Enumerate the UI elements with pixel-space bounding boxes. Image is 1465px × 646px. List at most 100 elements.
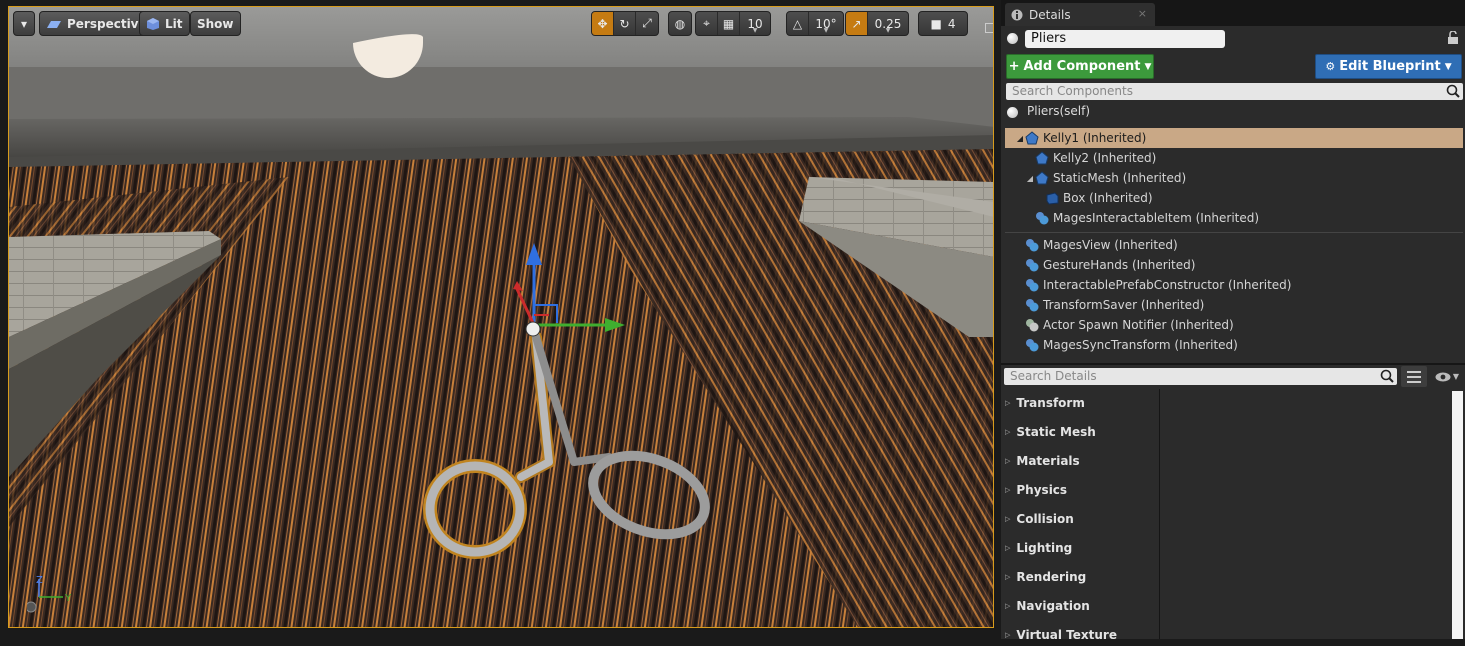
grid-snap-toggle[interactable]: ▦ bbox=[718, 12, 740, 35]
lock-icon[interactable] bbox=[1447, 31, 1459, 45]
tree-item-label: MagesSyncTransform (Inherited) bbox=[1043, 338, 1238, 352]
details-tab[interactable]: Details × bbox=[1005, 3, 1155, 26]
tree-item-label: TransformSaver (Inherited) bbox=[1043, 298, 1205, 312]
search-components-input[interactable]: Search Components bbox=[1006, 83, 1463, 100]
component-tree: ◢ Kelly1 (Inherited) Kelly2 (Inherited) … bbox=[1005, 128, 1463, 360]
collapsed-arrow-icon: ▷ bbox=[1005, 515, 1011, 523]
view-options-button[interactable]: ▼ bbox=[1431, 366, 1463, 387]
viewport-options-button[interactable]: ▾ bbox=[13, 11, 35, 36]
category-static-mesh[interactable]: ▷ Static Mesh bbox=[1005, 421, 1096, 443]
grid-snap-value[interactable]: 10 ▼ bbox=[740, 12, 770, 35]
maximize-viewport-icon[interactable] bbox=[985, 23, 993, 33]
property-matrix-button[interactable] bbox=[1401, 366, 1427, 387]
tree-item-kelly2[interactable]: Kelly2 (Inherited) bbox=[1005, 148, 1463, 168]
category-label: Lighting bbox=[1016, 541, 1073, 555]
collapsed-arrow-icon: ▷ bbox=[1005, 544, 1011, 552]
scale-snap-icon: ↗ bbox=[851, 16, 862, 31]
scale-snap-value[interactable]: 0.25 ▼ bbox=[868, 12, 908, 35]
world-space-button[interactable]: ◍ bbox=[669, 12, 691, 35]
tree-item-label: Kelly1 (Inherited) bbox=[1043, 131, 1147, 145]
actor-name-input[interactable]: Pliers bbox=[1025, 30, 1225, 48]
category-rendering[interactable]: ▷ Rendering bbox=[1005, 566, 1086, 588]
category-navigation[interactable]: ▷ Navigation bbox=[1005, 595, 1090, 617]
lit-button[interactable]: Lit bbox=[139, 11, 190, 36]
tree-item-gesturehands[interactable]: GestureHands (Inherited) bbox=[1005, 255, 1463, 275]
tree-item-transformsaver[interactable]: TransformSaver (Inherited) bbox=[1005, 295, 1463, 315]
level-viewport[interactable]: ▾ Perspective Lit Show ✥ ↻ ⤢ ◍ ⌖ ▦ 10 ▼ △… bbox=[8, 6, 994, 628]
expand-arrow-icon[interactable]: ◢ bbox=[1015, 134, 1025, 143]
axis-y-label: Y bbox=[64, 593, 72, 604]
self-component-row[interactable]: Pliers(self) bbox=[1001, 102, 1465, 122]
coordinate-system-group: ◍ bbox=[668, 11, 692, 36]
search-icon[interactable] bbox=[1380, 369, 1394, 383]
rotate-mode-button[interactable]: ↻ bbox=[614, 12, 636, 35]
search-components-placeholder: Search Components bbox=[1012, 84, 1133, 98]
perspective-button[interactable]: Perspective bbox=[39, 11, 154, 36]
collapsed-arrow-icon: ▷ bbox=[1005, 573, 1011, 581]
transform-mode-group: ✥ ↻ ⤢ bbox=[591, 11, 659, 36]
details-scrollbar[interactable] bbox=[1452, 391, 1463, 639]
eye-icon bbox=[1435, 372, 1451, 381]
category-collision[interactable]: ▷ Collision bbox=[1005, 508, 1074, 530]
actor-sphere-icon bbox=[1007, 107, 1018, 118]
scene-render[interactable] bbox=[9, 7, 994, 628]
category-label: Navigation bbox=[1016, 599, 1090, 613]
tree-item-magesview[interactable]: MagesView (Inherited) bbox=[1005, 235, 1463, 255]
actor-component-icon bbox=[1026, 339, 1039, 352]
close-icon[interactable]: × bbox=[1138, 7, 1147, 20]
category-label: Physics bbox=[1016, 483, 1068, 497]
rotate-icon: ↻ bbox=[619, 16, 630, 31]
category-materials[interactable]: ▷ Materials bbox=[1005, 450, 1080, 472]
chevron-down-icon: ▼ bbox=[1452, 372, 1460, 381]
category-label: Rendering bbox=[1016, 570, 1087, 584]
translate-mode-button[interactable]: ✥ bbox=[592, 12, 614, 35]
tree-item-magesinteractableitem[interactable]: MagesInteractableItem (Inherited) bbox=[1005, 208, 1463, 228]
actor-component-icon bbox=[1026, 299, 1039, 312]
actor-component-icon bbox=[1036, 212, 1049, 225]
scale-mode-button[interactable]: ⤢ bbox=[636, 12, 658, 35]
rotation-snap-group: △ 10° ▼ bbox=[786, 11, 844, 36]
surface-snap-icon: ⌖ bbox=[703, 16, 710, 30]
category-lighting[interactable]: ▷ Lighting bbox=[1005, 537, 1072, 559]
rotation-snap-value[interactable]: 10° ▼ bbox=[809, 12, 843, 35]
actor-name-row: Pliers bbox=[1001, 28, 1465, 50]
tree-item-magessynctransform[interactable]: MagesSyncTransform (Inherited) bbox=[1005, 335, 1463, 355]
actor-component-icon bbox=[1026, 259, 1039, 272]
show-button[interactable]: Show bbox=[190, 11, 241, 36]
expand-arrow-icon[interactable]: ◢ bbox=[1025, 174, 1035, 183]
search-icon[interactable] bbox=[1446, 84, 1460, 98]
actor-component-icon bbox=[1026, 279, 1039, 292]
actor-component-icon bbox=[1026, 319, 1039, 332]
tree-item-label: Box (Inherited) bbox=[1063, 191, 1153, 205]
translate-icon: ✥ bbox=[597, 16, 608, 31]
search-details-input[interactable]: Search Details bbox=[1004, 368, 1397, 385]
category-divider[interactable] bbox=[1159, 389, 1160, 639]
box-collision-icon bbox=[1046, 192, 1059, 205]
category-transform[interactable]: ▷ Transform bbox=[1005, 392, 1085, 414]
collapsed-arrow-icon: ▷ bbox=[1005, 631, 1011, 639]
chevron-down-icon: ▼ bbox=[1144, 61, 1152, 72]
tree-item-interactableprefabconstructor[interactable]: InteractablePrefabConstructor (Inherited… bbox=[1005, 275, 1463, 295]
rotation-snap-toggle[interactable]: △ bbox=[787, 12, 809, 35]
category-virtual-texture[interactable]: ▷ Virtual Texture bbox=[1005, 624, 1117, 646]
camera-speed-button[interactable]: ■ 4 bbox=[919, 12, 967, 35]
axis-z-label: Z bbox=[36, 575, 43, 586]
angle-icon: △ bbox=[792, 16, 803, 31]
lit-cube-icon bbox=[147, 17, 159, 30]
category-physics[interactable]: ▷ Physics bbox=[1005, 479, 1067, 501]
add-component-label: Add Component bbox=[1023, 59, 1141, 74]
category-label: Collision bbox=[1016, 512, 1074, 526]
scene-component-icon bbox=[1035, 151, 1049, 165]
tree-item-box[interactable]: Box (Inherited) bbox=[1005, 188, 1463, 208]
perspective-label: Perspective bbox=[67, 16, 147, 31]
add-component-button[interactable]: + Add Component ▼ bbox=[1006, 54, 1154, 79]
surface-snap-button[interactable]: ⌖ bbox=[696, 12, 718, 35]
tree-item-label: InteractablePrefabConstructor (Inherited… bbox=[1043, 278, 1292, 292]
tree-item-kelly1[interactable]: ◢ Kelly1 (Inherited) bbox=[1005, 128, 1463, 148]
tree-item-staticmesh[interactable]: ◢ StaticMesh (Inherited) bbox=[1005, 168, 1463, 188]
panel-divider[interactable] bbox=[1001, 363, 1465, 365]
scale-snap-toggle[interactable]: ↗ bbox=[846, 12, 868, 35]
tree-item-actorspawnnotifier[interactable]: Actor Spawn Notifier (Inherited) bbox=[1005, 315, 1463, 335]
edit-blueprint-button[interactable]: ⚙ Edit Blueprint ▼ bbox=[1315, 54, 1462, 79]
perspective-icon bbox=[47, 20, 61, 28]
